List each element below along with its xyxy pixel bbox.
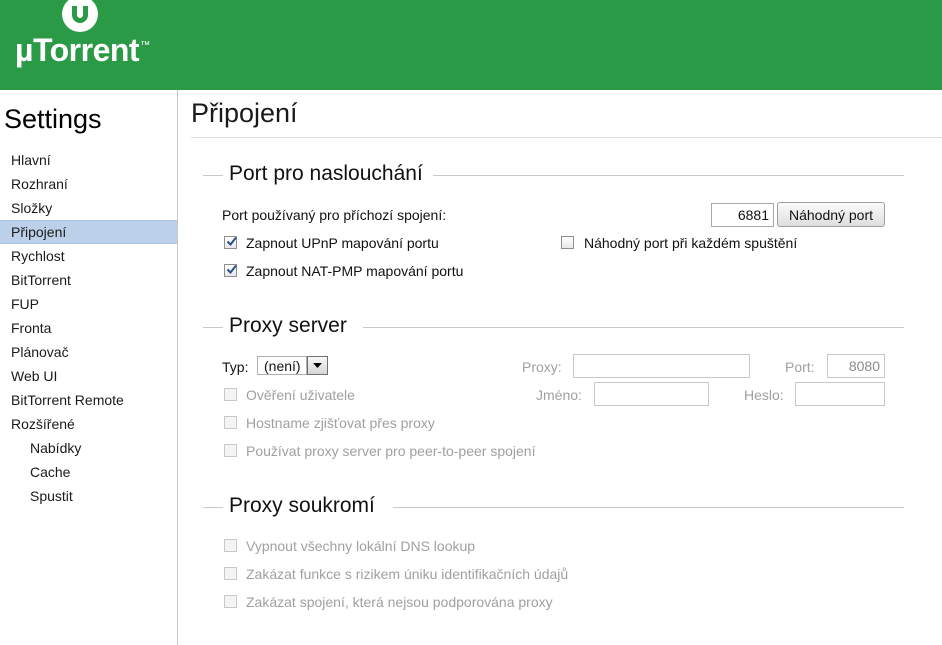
disable-local-dns-label: Vypnout všechny lokální DNS lookup (246, 538, 476, 554)
random-port-each-start-checkbox[interactable] (561, 236, 574, 249)
sidebar-item-web-ui[interactable]: Web UI (0, 364, 177, 388)
sidebar-item-bittorrent[interactable]: BitTorrent (0, 268, 177, 292)
sidebar-item-rozhrani[interactable]: Rozhraní (0, 172, 177, 196)
natpmp-label: Zapnout NAT-PMP mapování portu (246, 263, 464, 279)
checkmark-icon (226, 236, 237, 247)
proxy-username-label: Jméno: (536, 387, 582, 403)
proxy-host-label: Proxy: (522, 359, 562, 375)
proxy-port-label: Port: (785, 359, 815, 375)
proxy-p2p-label: Používat proxy server pro peer-to-peer s… (246, 443, 536, 459)
section-divider (433, 175, 904, 176)
section-divider (363, 327, 904, 328)
section-divider (203, 327, 223, 328)
proxy-username-input[interactable] (594, 382, 709, 406)
disable-unsupported-connections-label: Zakázat spojení, která nejsou podporován… (246, 594, 553, 610)
sidebar-item-fronta[interactable]: Fronta (0, 316, 177, 340)
proxy-auth-checkbox[interactable] (224, 388, 237, 401)
proxy-p2p-checkbox[interactable] (224, 444, 237, 457)
settings-panel: Připojení Port pro naslouchání Port použ… (178, 90, 942, 645)
logo-wordmark: µTorrent™ (15, 32, 150, 69)
title-divider (191, 137, 942, 138)
proxy-port-input[interactable] (827, 354, 885, 378)
disable-leak-features-checkbox[interactable] (224, 567, 237, 580)
natpmp-checkbox[interactable] (224, 264, 237, 277)
sidebar-item-bittorrent-remote[interactable]: BitTorrent Remote (0, 388, 177, 412)
proxy-password-input[interactable] (795, 382, 885, 406)
incoming-port-input[interactable] (711, 203, 774, 227)
section-listening-port: Port pro naslouchání (203, 160, 904, 190)
random-port-each-start-label: Náhodný port při každém spuštění (584, 235, 798, 251)
section-heading: Proxy server (229, 314, 353, 338)
random-port-button[interactable]: Náhodný port (777, 202, 885, 227)
sidebar-title: Settings (4, 104, 102, 134)
upnp-checkbox[interactable] (224, 236, 237, 249)
section-divider (203, 175, 223, 176)
sidebar-item-hlavni[interactable]: Hlavní (0, 148, 177, 172)
sidebar-item-cache[interactable]: Cache (0, 460, 177, 484)
sidebar-item-rychlost[interactable]: Rychlost (0, 244, 177, 268)
settings-sidebar: Settings Hlavní Rozhraní Složky Připojen… (0, 90, 178, 645)
proxy-hostname-lookup-label: Hostname zjišťovat přes proxy (246, 415, 435, 431)
section-proxy-server: Proxy server (203, 312, 904, 342)
proxy-host-input[interactable] (573, 354, 750, 378)
sidebar-item-slozky[interactable]: Složky (0, 196, 177, 220)
chevron-down-icon (313, 363, 322, 368)
disable-local-dns-checkbox[interactable] (224, 539, 237, 552)
section-heading: Port pro naslouchání (229, 162, 429, 186)
sidebar-item-nabidky[interactable]: Nabídky (0, 436, 177, 460)
sidebar-item-pripojeni[interactable]: Připojení (0, 220, 177, 244)
sidebar-nav: Hlavní Rozhraní Složky Připojení Rychlos… (0, 148, 177, 508)
incoming-port-label: Port používaný pro příchozí spojení: (222, 207, 447, 223)
dropdown-arrow-icon[interactable] (307, 356, 328, 375)
upnp-label: Zapnout UPnP mapování portu (246, 235, 439, 251)
checkmark-icon (226, 264, 237, 275)
app-header: µTorrent™ (0, 0, 942, 90)
sidebar-item-planovac[interactable]: Plánovač (0, 340, 177, 364)
proxy-hostname-lookup-checkbox[interactable] (224, 416, 237, 429)
disable-unsupported-connections-checkbox[interactable] (224, 595, 237, 608)
sidebar-item-rozsirene[interactable]: Rozšířené (0, 412, 177, 436)
proxy-password-label: Heslo: (744, 387, 784, 403)
section-divider (393, 507, 904, 508)
proxy-auth-label: Ověření uživatele (246, 387, 355, 403)
proxy-type-label: Typ: (222, 359, 249, 375)
logo-trademark: ™ (140, 40, 150, 51)
proxy-type-select[interactable]: (není) (257, 356, 329, 375)
logo-text: µTorrent (15, 32, 140, 68)
sidebar-item-spustit[interactable]: Spustit (0, 484, 177, 508)
section-divider (203, 507, 223, 508)
section-heading: Proxy soukromí (229, 494, 381, 518)
section-proxy-privacy: Proxy soukromí (203, 492, 904, 522)
page-title: Připojení (191, 98, 298, 128)
disable-leak-features-label: Zakázat funkce s rizikem úniku identifik… (246, 566, 569, 582)
sidebar-item-fup[interactable]: FUP (0, 292, 177, 316)
proxy-type-value: (není) (257, 356, 307, 375)
